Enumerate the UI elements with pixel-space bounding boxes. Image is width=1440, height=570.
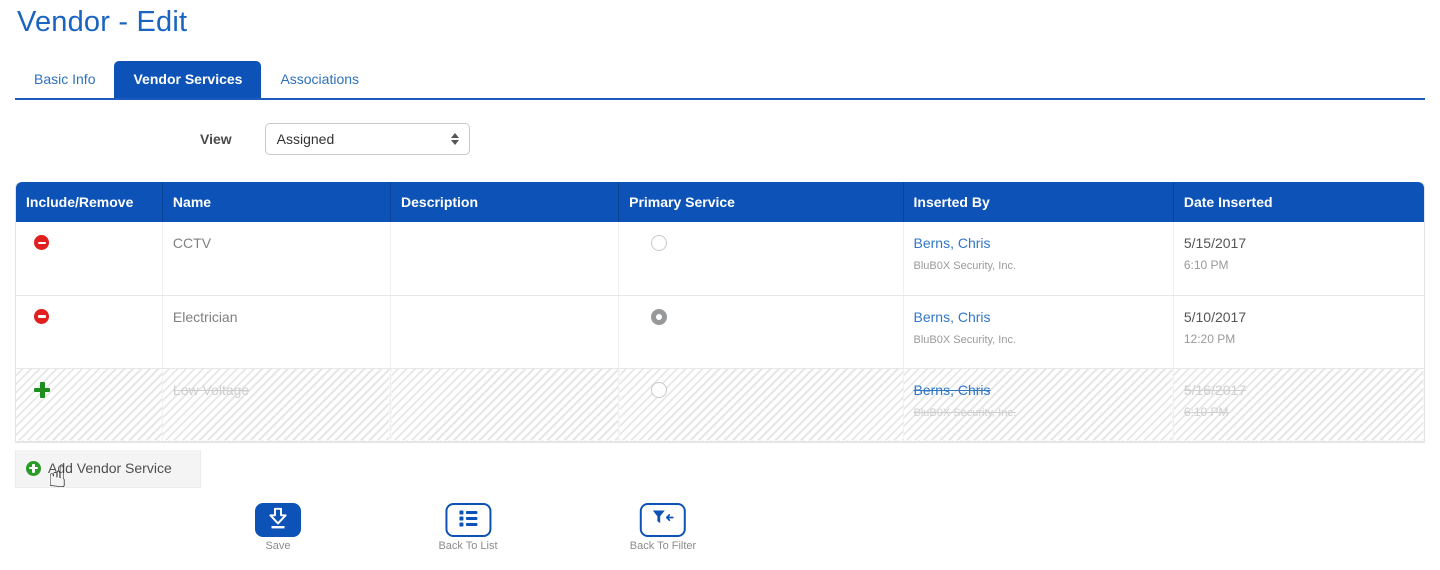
col-header-include-remove: Include/Remove xyxy=(16,182,162,222)
inserted-by-company: BluB0X Security, Inc. xyxy=(914,260,1163,272)
view-select[interactable]: Assigned xyxy=(265,123,470,155)
primary-service-radio[interactable] xyxy=(651,309,667,325)
table-header-row: Include/Remove Name Description Primary … xyxy=(16,182,1424,222)
col-header-description: Description xyxy=(391,182,619,222)
tab-associations[interactable]: Associations xyxy=(261,61,378,98)
back-to-filter-label: Back To Filter xyxy=(630,540,696,552)
save-button-label: Save xyxy=(265,540,290,552)
view-label: View xyxy=(200,131,232,147)
select-stepper-icon xyxy=(451,133,459,145)
footer-toolbar: Save Back To List xyxy=(0,503,1440,563)
table-row-pending-removal: Low Voltage Berns, Chris BluB0X Security… xyxy=(16,368,1424,441)
inserted-by-link[interactable]: Berns, Chris xyxy=(914,382,1163,398)
page-title: Vendor - Edit xyxy=(17,6,1440,39)
tab-basic-info[interactable]: Basic Info xyxy=(15,61,114,98)
save-download-icon xyxy=(265,505,291,536)
service-name: CCTV xyxy=(173,235,211,251)
add-circle-icon xyxy=(26,461,41,476)
remove-icon[interactable] xyxy=(34,309,49,324)
inserted-by-company: BluB0X Security, Inc. xyxy=(914,334,1163,346)
vendor-edit-page: Vendor - Edit Basic Info Vendor Services… xyxy=(0,0,1440,570)
back-to-filter-button[interactable] xyxy=(640,503,686,537)
table-row: CCTV Berns, Chris BluB0X Security, Inc. … xyxy=(16,222,1424,295)
inserted-by-link[interactable]: Berns, Chris xyxy=(914,235,1163,251)
tab-bar: Basic Info Vendor Services Associations xyxy=(15,61,1425,100)
save-button[interactable] xyxy=(255,503,301,537)
table-row: Electrician Berns, Chris BluB0X Security… xyxy=(16,295,1424,368)
add-vendor-service-button[interactable]: Add Vendor Service xyxy=(15,450,201,488)
view-selected-value: Assigned xyxy=(277,131,335,147)
time-inserted: 6:10 PM xyxy=(1184,258,1414,272)
primary-service-radio[interactable] xyxy=(651,382,667,398)
inserted-by-company: BluB0X Security, Inc. xyxy=(914,407,1163,419)
date-inserted: 5/15/2017 xyxy=(1184,235,1414,251)
view-filter-row: View Assigned xyxy=(0,123,1440,155)
service-name: Low Voltage xyxy=(173,382,249,398)
time-inserted: 12:20 PM xyxy=(1184,332,1414,346)
add-vendor-service-label: Add Vendor Service xyxy=(48,460,172,476)
back-to-list-button[interactable] xyxy=(445,503,491,537)
add-back-icon[interactable] xyxy=(34,382,50,398)
service-name: Electrician xyxy=(173,309,238,325)
col-header-date-inserted: Date Inserted xyxy=(1173,182,1424,222)
vendor-services-table: Include/Remove Name Description Primary … xyxy=(15,182,1425,443)
col-header-inserted-by: Inserted By xyxy=(903,182,1173,222)
tab-vendor-services[interactable]: Vendor Services xyxy=(114,61,261,98)
filter-back-icon xyxy=(650,506,676,535)
col-header-name: Name xyxy=(162,182,390,222)
remove-icon[interactable] xyxy=(34,235,49,250)
col-header-primary-service: Primary Service xyxy=(619,182,903,222)
inserted-by-link[interactable]: Berns, Chris xyxy=(914,309,1163,325)
date-inserted: 5/16/2017 xyxy=(1184,382,1414,398)
date-inserted: 5/10/2017 xyxy=(1184,309,1414,325)
back-to-list-label: Back To List xyxy=(438,540,497,552)
list-icon xyxy=(456,506,480,535)
time-inserted: 6:10 PM xyxy=(1184,405,1414,419)
primary-service-radio[interactable] xyxy=(651,235,667,251)
